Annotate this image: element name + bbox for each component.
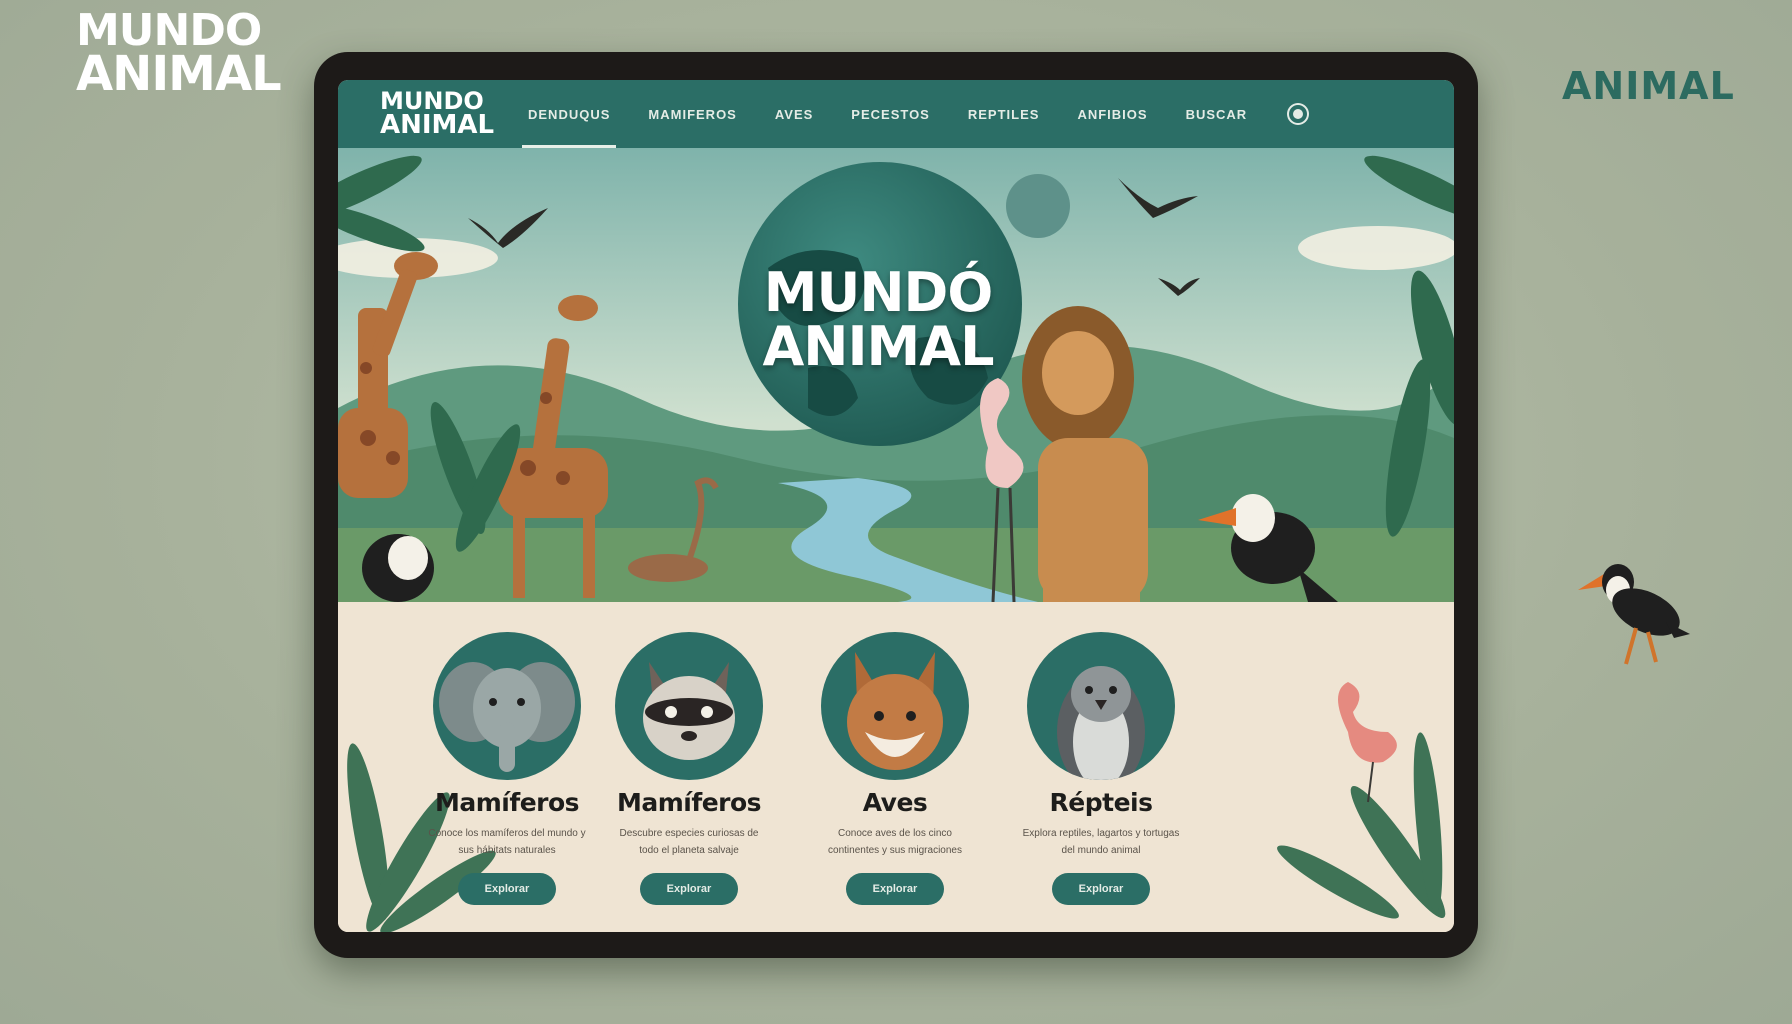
elephant-icon [433, 632, 581, 780]
nav-menu: DENDUQUS MAMIFEROS AVES PECESTOS REPTILE… [521, 80, 1308, 148]
toucan-icon [1578, 564, 1690, 665]
penguin-icon [1027, 632, 1175, 780]
explore-button[interactable]: Explorar [458, 873, 556, 905]
hero-title-line2: ANIMAL [762, 315, 994, 378]
nav-item-home[interactable]: DENDUQUS [521, 80, 617, 148]
nav-item-mammals[interactable]: MAMIFEROS [648, 80, 736, 148]
nav-logo[interactable]: MUNDO ANIMAL [338, 89, 528, 141]
category-card-reptiles: Répteis Explora reptiles, lagartos y tor… [1016, 632, 1186, 905]
category-card-mammals: Mamíferos Conoce los mamíferos del mundo… [422, 632, 592, 905]
nav-item-search[interactable]: BUSCAR [1186, 80, 1248, 148]
category-title: Aves [862, 788, 928, 817]
corner-logo: MUNDO ANIMAL [76, 9, 282, 102]
corner-right-text: ANIMAL [1562, 64, 1735, 108]
top-navbar: MUNDO ANIMAL DENDUQUS MAMIFEROS AVES PEC… [338, 80, 1454, 148]
fox-icon [821, 632, 969, 780]
category-title: Mamíferos [434, 788, 580, 817]
nav-item-birds[interactable]: AVES [775, 80, 813, 148]
explore-button[interactable]: Explorar [846, 873, 944, 905]
category-title: Répteis [1049, 788, 1153, 817]
category-card-mammals-2: Mamíferos Descubre especies curiosas de … [604, 632, 774, 905]
hero-title: MUNDÓ ANIMAL [758, 266, 998, 374]
hero-banner: MUNDÓ ANIMAL [338, 148, 1454, 602]
category-description: Conoce aves de los cinco continentes y s… [828, 828, 962, 856]
nav-logo-line2: ANIMAL [380, 110, 495, 141]
category-description: Conoce los mamíferos del mundo y sus háb… [428, 828, 586, 856]
tablet-screen: MUNDO ANIMAL DENDUQUS MAMIFEROS AVES PEC… [338, 80, 1454, 932]
raccoon-icon [615, 632, 763, 780]
category-section: Mamíferos Conoce los mamíferos del mundo… [338, 602, 1454, 932]
category-card-birds: Aves Conoce aves de los cinco continente… [810, 632, 980, 905]
category-title: Mamíferos [616, 788, 762, 817]
category-description: Descubre especies curiosas de todo el pl… [619, 828, 759, 856]
nav-item-amphibians[interactable]: ANFIBIOS [1077, 80, 1147, 148]
nav-item-reptiles[interactable]: REPTILES [968, 80, 1040, 148]
explore-button[interactable]: Explorar [640, 873, 738, 905]
corner-logo-line2: ANIMAL [76, 45, 282, 102]
explore-button[interactable]: Explorar [1052, 873, 1150, 905]
nav-item-fish[interactable]: PECESTOS [851, 80, 930, 148]
search-icon[interactable] [1289, 105, 1308, 123]
category-description: Explora reptiles, lagartos y tortugas de… [1022, 828, 1180, 856]
